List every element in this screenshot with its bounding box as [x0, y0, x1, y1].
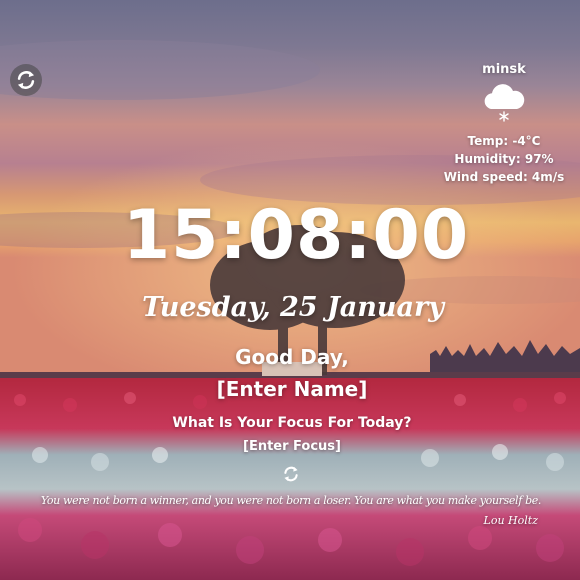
quote-text: You were not born a winner, and you were…: [40, 494, 542, 507]
snow-cloud-icon: [484, 84, 525, 122]
quote-author: Lou Holtz: [483, 514, 538, 527]
refresh-quote-button[interactable]: [280, 463, 302, 485]
refresh-icon: [284, 466, 298, 482]
clock-date: Tuesday, 25 January: [142, 292, 444, 323]
refresh-icon: [17, 71, 35, 89]
clock-time: 15:08:00: [122, 196, 470, 275]
weather-widget: minsk Temp: -4°C Humidity: 97% Wind spee…: [434, 60, 574, 186]
focus-row: [Enter Focus]: [0, 436, 580, 458]
weather-humidity: Humidity: 97%: [454, 152, 554, 166]
focus-question: What Is Your Focus For Today?: [172, 415, 412, 431]
name-input[interactable]: [Enter Name]: [217, 377, 368, 401]
focus-input[interactable]: [Enter Focus]: [243, 439, 341, 454]
name-row: [Enter Name]: [0, 374, 580, 404]
weather-temperature: Temp: -4°C: [467, 134, 541, 148]
weather-city[interactable]: minsk: [434, 60, 574, 80]
weather-wind: Wind speed: 4m/s: [443, 170, 565, 184]
greeting-text: Good Day,: [235, 345, 349, 369]
refresh-background-button[interactable]: [10, 64, 42, 96]
